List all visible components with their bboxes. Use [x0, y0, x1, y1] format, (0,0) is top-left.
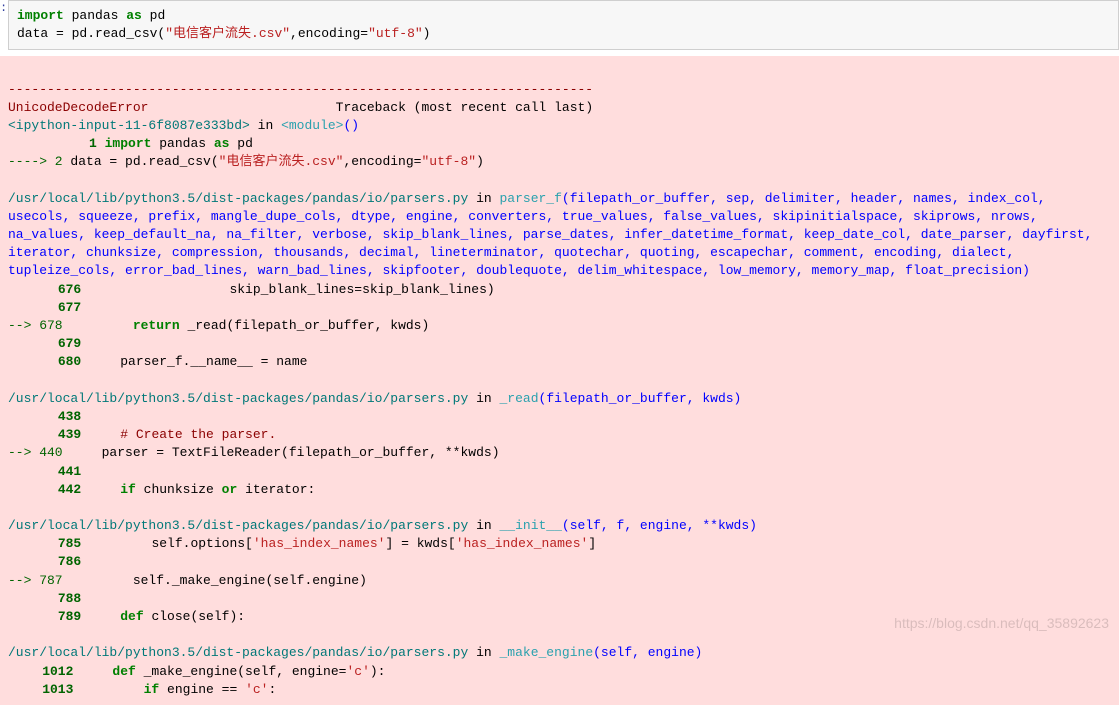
txt-pandas: pandas	[151, 136, 213, 151]
kw-def: def	[120, 609, 143, 624]
l440-txt: parser = TextFileReader(filepath_or_buff…	[102, 445, 500, 460]
kw-def-1012: def	[112, 664, 135, 679]
l2-csv: "电信客户流失.csv"	[219, 154, 344, 169]
l1013-colon: :	[268, 682, 276, 697]
code-line2-pre: data = pd.read_csv(	[17, 26, 165, 41]
l1012-txt: _make_engine(self, engine=	[136, 664, 347, 679]
lineno-789: 789	[39, 608, 81, 626]
string-csv: "电信客户流失.csv"	[165, 26, 290, 41]
lineno-785: 785	[39, 535, 81, 553]
lineno-676: 676	[39, 281, 81, 299]
ipython-input-tag: <ipython-input-11-6f8087e333bd>	[8, 118, 250, 133]
l678-txt: _read(filepath_or_buffer, kwds)	[180, 318, 430, 333]
file-path-4: /usr/local/lib/python3.5/dist-packages/p…	[8, 645, 468, 660]
l1012-c: 'c'	[346, 664, 369, 679]
kw-or: or	[222, 482, 238, 497]
init-name: __init__	[500, 518, 562, 533]
lineno-677: 677	[39, 299, 81, 317]
lineno-788: 788	[39, 590, 81, 608]
l787-txt: self._make_engine(self.engine)	[102, 573, 367, 588]
lineno-442: 442	[39, 481, 81, 499]
l442-txt: chunksize	[136, 482, 222, 497]
file-path-1: /usr/local/lib/python3.5/dist-packages/p…	[8, 191, 468, 206]
l680-txt: parser_f.__name__ = name	[81, 354, 307, 369]
lineno-680: 680	[39, 353, 81, 371]
code-line2-close: )	[423, 26, 431, 41]
lineno-1013: 1013	[31, 681, 73, 699]
l676-txt: skip_blank_lines=skip_blank_lines)	[89, 282, 495, 297]
read-args: (filepath_or_buffer, kwds)	[539, 391, 742, 406]
l785-close: ]	[588, 536, 596, 551]
in-2: in	[468, 391, 499, 406]
in-4: in	[468, 645, 499, 660]
kw-import: import	[105, 136, 152, 151]
l785-s2: 'has_index_names'	[456, 536, 589, 551]
l2-pre: data = pd.read_csv(	[63, 154, 219, 169]
lineno-679: 679	[39, 335, 81, 353]
l442-it: iterator:	[237, 482, 315, 497]
module-tag: <module>	[281, 118, 343, 133]
in-word: in	[250, 118, 281, 133]
in-3: in	[468, 518, 499, 533]
l2-enc: "utf-8"	[421, 154, 476, 169]
tb-separator: ----------------------------------------…	[8, 82, 593, 97]
make-engine-name: _make_engine	[500, 645, 594, 660]
lineno-441: 441	[39, 463, 81, 481]
kw-as: as	[214, 136, 230, 151]
file-path-2: /usr/local/lib/python3.5/dist-packages/p…	[8, 391, 468, 406]
arrow-2: ----> 2	[8, 154, 63, 169]
kw-if: if	[120, 482, 136, 497]
input-code-area[interactable]: import pandas as pd data = pd.read_csv("…	[8, 0, 1119, 50]
comment-create-parser: # Create the parser.	[120, 427, 276, 442]
tb-header: Traceback (most recent call last)	[336, 100, 593, 115]
module-paren: ()	[343, 118, 359, 133]
kw-return: return	[133, 318, 180, 333]
make-engine-args: (self, engine)	[593, 645, 702, 660]
keyword-as: as	[126, 8, 142, 23]
txt-pd: pd	[229, 136, 252, 151]
arrow-440: --> 440	[8, 445, 63, 460]
l785-txt: self.options[	[89, 536, 253, 551]
id-pd: pd	[150, 8, 166, 23]
init-args: (self, f, engine, **kwds)	[562, 518, 757, 533]
l785-mid: ] = kwds[	[385, 536, 455, 551]
l1012-close: ):	[370, 664, 386, 679]
l2-close: )	[476, 154, 484, 169]
kw-if-1013: if	[144, 682, 160, 697]
l2-mid: ,encoding=	[343, 154, 421, 169]
string-encoding: "utf-8"	[368, 26, 423, 41]
lineno-786: 786	[39, 553, 81, 571]
lineno-439: 439	[39, 426, 81, 444]
lineno-438: 438	[39, 408, 81, 426]
arrow-678: --> 678	[8, 318, 63, 333]
l1013-txt: engine ==	[159, 682, 245, 697]
input-prompt-colon: :	[0, 0, 8, 50]
id-pandas: pandas	[72, 8, 119, 23]
traceback-output: ----------------------------------------…	[0, 56, 1119, 705]
read-name: _read	[500, 391, 539, 406]
l785-s1: 'has_index_names'	[253, 536, 386, 551]
arrow-787: --> 787	[8, 573, 63, 588]
lineno-1: 1	[55, 135, 97, 153]
file-path-3: /usr/local/lib/python3.5/dist-packages/p…	[8, 518, 468, 533]
in-1: in	[468, 191, 499, 206]
l789-txt: close(self):	[144, 609, 245, 624]
parser-f-name: parser_f	[500, 191, 562, 206]
l1013-c: 'c'	[245, 682, 268, 697]
lineno-1012: 1012	[31, 663, 73, 681]
code-input-cell: : import pandas as pd data = pd.read_csv…	[0, 0, 1119, 50]
code-line2-comma: ,encoding=	[290, 26, 368, 41]
keyword-import: import	[17, 8, 64, 23]
error-name: UnicodeDecodeError	[8, 100, 148, 115]
